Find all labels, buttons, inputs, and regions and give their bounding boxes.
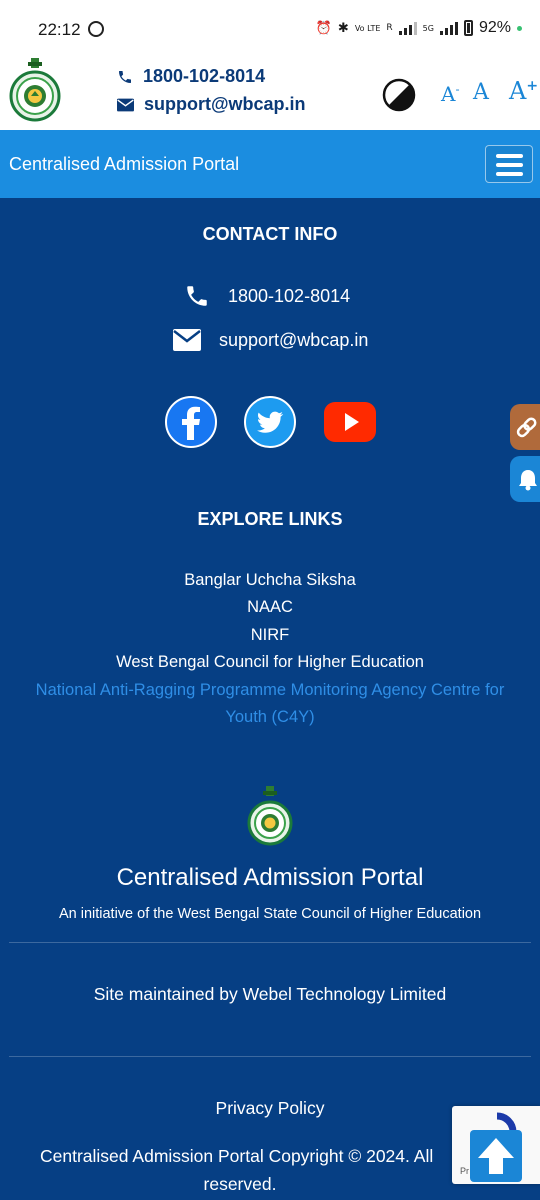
link-banglar-uchcha-siksha[interactable]: Banglar Uchcha Siksha <box>0 571 540 590</box>
footer-phone[interactable]: 1800-102-8014 <box>184 283 350 309</box>
notifications-tab[interactable] <box>510 456 540 502</box>
status-bar: 22:12 ⏰ ✱ Vo LTE R 5G 92% <box>0 0 540 52</box>
footer-title: Centralised Admission Portal <box>116 864 424 891</box>
footer-emblem-logo <box>247 786 293 846</box>
hamburger-line <box>496 163 523 167</box>
battery-icon <box>463 20 473 36</box>
link-wbche[interactable]: West Bengal Council for Higher Education <box>0 653 540 672</box>
scroll-to-top-button[interactable] <box>470 1130 522 1182</box>
footer-subtitle: An initiative of the West Bengal State C… <box>58 906 482 922</box>
roaming-label: R <box>386 23 393 33</box>
font-decrease-button[interactable]: A- <box>441 82 460 106</box>
hamburger-line <box>496 154 523 158</box>
copyright-line-2: reserved. <box>203 1174 277 1194</box>
header-email-text: support@wbcap.in <box>144 94 306 114</box>
twitter-icon[interactable] <box>244 396 296 448</box>
whatsapp-icon <box>88 21 104 37</box>
envelope-icon <box>173 329 201 351</box>
font-normal-label: A <box>473 80 489 105</box>
signal-icon <box>398 21 417 35</box>
status-icons: ⏰ ✱ Vo LTE R 5G 92% <box>316 19 522 37</box>
footer-divider <box>9 1056 531 1057</box>
link-anti-ragging-cont[interactable]: Youth (C4Y) <box>0 708 540 727</box>
footer-email-text: support@wbcap.in <box>219 329 369 350</box>
font-decrease-label: A <box>441 82 456 106</box>
header-phone-text: 1800-102-8014 <box>143 66 266 86</box>
menu-toggle-button[interactable] <box>485 145 533 183</box>
font-increase-button[interactable]: A+ <box>509 77 538 105</box>
network-type-label: 5G <box>422 23 434 33</box>
font-increase-sup: + <box>526 78 539 94</box>
link-naac[interactable]: NAAC <box>0 598 540 617</box>
battery-percentage: 92% <box>478 19 511 36</box>
arrow-up-icon <box>478 1138 514 1174</box>
status-time: 22:12 <box>38 20 81 39</box>
font-decrease-sup: - <box>455 82 460 97</box>
font-normal-button[interactable]: A <box>473 80 489 105</box>
copyright-text: Centralised Admission Portal Copyright ©… <box>30 1142 450 1198</box>
contact-info-heading: CONTACT INFO <box>202 224 338 244</box>
bluetooth-icon: ✱ <box>337 20 349 36</box>
quick-links-tab[interactable] <box>510 404 540 450</box>
volte-label: Vo LTE <box>354 23 381 33</box>
footer-email[interactable]: support@wbcap.in <box>173 329 368 351</box>
youtube-icon[interactable] <box>324 396 376 448</box>
hamburger-line <box>496 172 523 176</box>
phone-icon <box>187 286 207 306</box>
header-email[interactable]: support@wbcap.in <box>117 94 306 115</box>
link-nirf[interactable]: NIRF <box>0 626 540 645</box>
bell-icon <box>519 470 537 491</box>
wb-emblem-logo[interactable] <box>9 58 61 122</box>
envelope-icon <box>117 98 134 111</box>
maintained-by-text: Site maintained by Webel Technology Limi… <box>93 984 447 1004</box>
link-anti-ragging[interactable]: National Anti-Ragging Programme Monitori… <box>0 681 540 700</box>
navbar: Centralised Admission Portal <box>0 130 540 198</box>
font-increase-label: A <box>509 77 527 105</box>
footer-divider <box>9 942 531 943</box>
header-phone[interactable]: 1800-102-8014 <box>117 66 265 87</box>
privacy-dot-icon <box>517 25 522 31</box>
signal-icon-2 <box>439 21 458 35</box>
alarm-icon: ⏰ <box>315 20 332 36</box>
footer-phone-text: 1800-102-8014 <box>228 285 351 306</box>
navbar-brand[interactable]: Centralised Admission Portal <box>9 154 239 175</box>
explore-links-heading: EXPLORE LINKS <box>197 509 343 529</box>
phone-icon <box>119 70 131 83</box>
contrast-toggle-icon[interactable] <box>382 78 416 112</box>
link-chain-icon <box>516 417 537 438</box>
top-header: 1800-102-8014 support@wbcap.in A- A A+ <box>0 52 540 130</box>
facebook-icon[interactable] <box>165 396 217 448</box>
